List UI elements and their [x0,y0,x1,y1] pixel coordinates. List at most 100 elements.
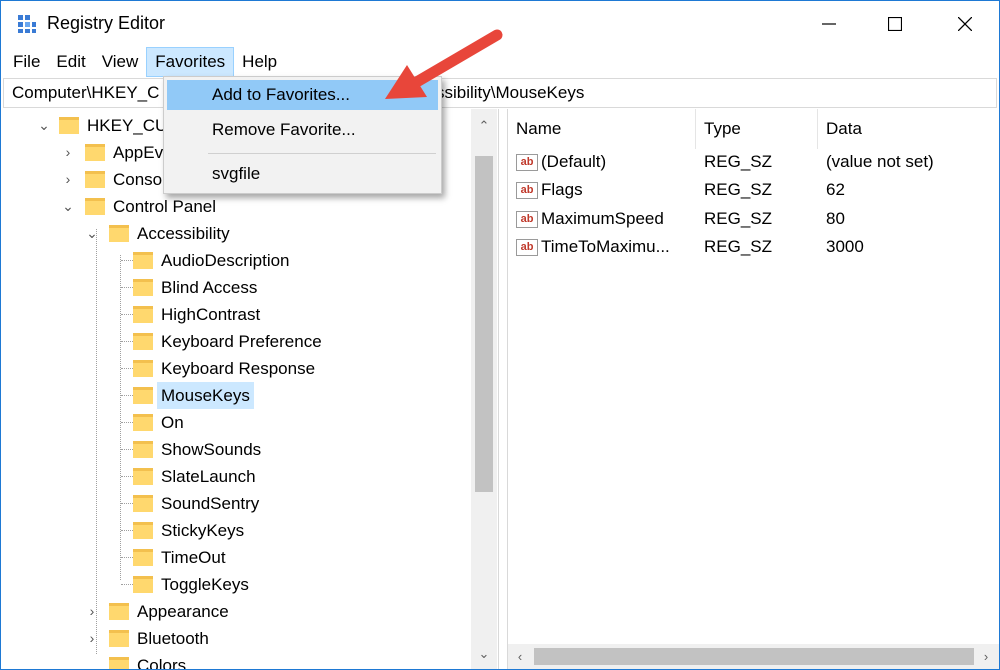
tree-item-child[interactable]: AudioDescription [1,247,471,274]
chevron-right-icon[interactable]: › [85,625,99,652]
folder-icon [133,360,153,377]
value-row[interactable]: ab MaximumSpeed REG_SZ 80 [508,205,999,233]
value-row[interactable]: ab TimeToMaximu... REG_SZ 3000 [508,233,999,261]
tree-item-child[interactable]: On [1,409,471,436]
folder-icon [133,576,153,593]
folder-icon [109,630,129,647]
scrollbar-thumb[interactable] [534,648,974,665]
menu-view[interactable]: View [94,47,147,77]
column-header-name[interactable]: Name [508,109,696,149]
scroll-left-icon[interactable]: ‹ [508,644,532,669]
value-name: (Default) [541,152,607,171]
close-icon [958,17,972,31]
folder-icon [109,603,129,620]
scrollbar-thumb[interactable] [475,156,493,492]
value-name: Flags [541,180,583,199]
tree-item-child[interactable]: Blind Access [1,274,471,301]
folder-icon [133,414,153,431]
tree-item-label: On [161,413,184,432]
registry-editor-window: Registry Editor File Edit View Favorites… [0,0,1000,670]
folder-icon [133,306,153,323]
folder-icon [133,279,153,296]
menu-file[interactable]: File [5,47,48,77]
folder-icon [109,225,129,242]
pane-splitter[interactable] [498,109,508,669]
tree-item-label: AudioDescription [161,251,290,270]
minimize-icon [822,23,836,25]
tree-item-child[interactable]: ToggleKeys [1,571,471,598]
tree-item-control-panel[interactable]: ⌄ Control Panel [1,193,471,220]
folder-icon [85,198,105,215]
value-type: REG_SZ [704,180,773,199]
remove-favorite-item[interactable]: Remove Favorite... [167,115,438,145]
tree-item-accessibility[interactable]: ⌄ Accessibility [1,220,471,247]
tree-item-colors[interactable]: Colors [1,652,471,669]
scroll-right-icon[interactable]: › [974,644,998,669]
tree-item-mousekeys-selected[interactable]: MouseKeys [1,382,471,409]
tree-item-label: ToggleKeys [161,575,249,594]
value-row[interactable]: ab (Default) REG_SZ (value not set) [508,148,999,176]
tree-item-label: Colors [137,656,187,669]
values-horizontal-scrollbar[interactable]: ‹ › [508,644,999,669]
tree-item-label: Conso [113,170,163,189]
chevron-right-icon[interactable]: › [61,166,75,193]
folder-icon [133,441,153,458]
tree-item-label: Control Panel [113,197,217,216]
folder-icon [109,657,129,669]
menu-edit[interactable]: Edit [48,47,93,77]
value-type: REG_SZ [704,152,773,171]
tree-item-child[interactable]: Keyboard Response [1,355,471,382]
folder-icon [133,468,153,485]
string-value-icon: ab [516,239,538,256]
tree-item-label: Accessibility [137,224,230,243]
chevron-down-icon[interactable]: ⌄ [37,112,51,139]
folder-icon [133,495,153,512]
tree-item-child[interactable]: HighContrast [1,301,471,328]
tree-item-bluetooth[interactable]: › Bluetooth [1,625,471,652]
string-value-icon: ab [516,211,538,228]
menu-favorites[interactable]: Favorites [146,47,235,77]
folder-icon [85,171,105,188]
value-data: 62 [826,180,845,199]
tree-item-child[interactable]: SoundSentry [1,490,471,517]
tree-item-child[interactable]: ShowSounds [1,436,471,463]
chevron-right-icon[interactable]: › [61,139,75,166]
chevron-right-icon[interactable]: › [85,598,99,625]
value-type: REG_SZ [704,209,773,228]
scroll-down-icon[interactable]: ⌄ [471,641,497,667]
column-header-type[interactable]: Type [696,109,818,149]
values-list: Name Type Data ab (Default) REG_SZ (valu… [508,109,999,669]
chevron-down-icon[interactable]: ⌄ [85,220,99,247]
tree-item-label: Keyboard Response [161,359,316,378]
column-header-data[interactable]: Data [818,109,999,149]
window-title: Registry Editor [47,13,166,33]
scroll-up-icon[interactable]: ⌃ [471,113,497,139]
tree-item-label: StickyKeys [161,521,245,540]
close-button[interactable] [935,1,995,47]
value-data: (value not set) [826,152,934,171]
string-value-icon: ab [516,154,538,171]
value-type: REG_SZ [704,237,773,256]
tree-item-child[interactable]: Keyboard Preference [1,328,471,355]
folder-icon [85,144,105,161]
tree-vertical-scrollbar[interactable]: ⌃ ⌄ [471,109,497,669]
favorite-svgfile-item[interactable]: svgfile [167,159,438,189]
tree-item-child[interactable]: SlateLaunch [1,463,471,490]
tree-item-child[interactable]: TimeOut [1,544,471,571]
tree-item-label: SoundSentry [161,494,260,513]
tree-item-child[interactable]: StickyKeys [1,517,471,544]
tree-item-label: SlateLaunch [161,467,256,486]
annotation-arrow-icon [385,29,503,99]
minimize-button[interactable] [799,1,859,47]
tree-item-appearance[interactable]: › Appearance [1,598,471,625]
address-path-left: Computer\HKEY_C [12,83,160,102]
chevron-down-icon[interactable]: ⌄ [61,193,75,220]
tree-item-label: MouseKeys [157,382,254,409]
value-data: 80 [826,209,845,228]
maximize-button[interactable] [865,1,925,47]
value-name: MaximumSpeed [541,209,664,228]
menu-help[interactable]: Help [234,47,285,77]
value-data: 3000 [826,237,864,256]
value-row[interactable]: ab Flags REG_SZ 62 [508,176,999,204]
maximize-icon [888,17,902,31]
